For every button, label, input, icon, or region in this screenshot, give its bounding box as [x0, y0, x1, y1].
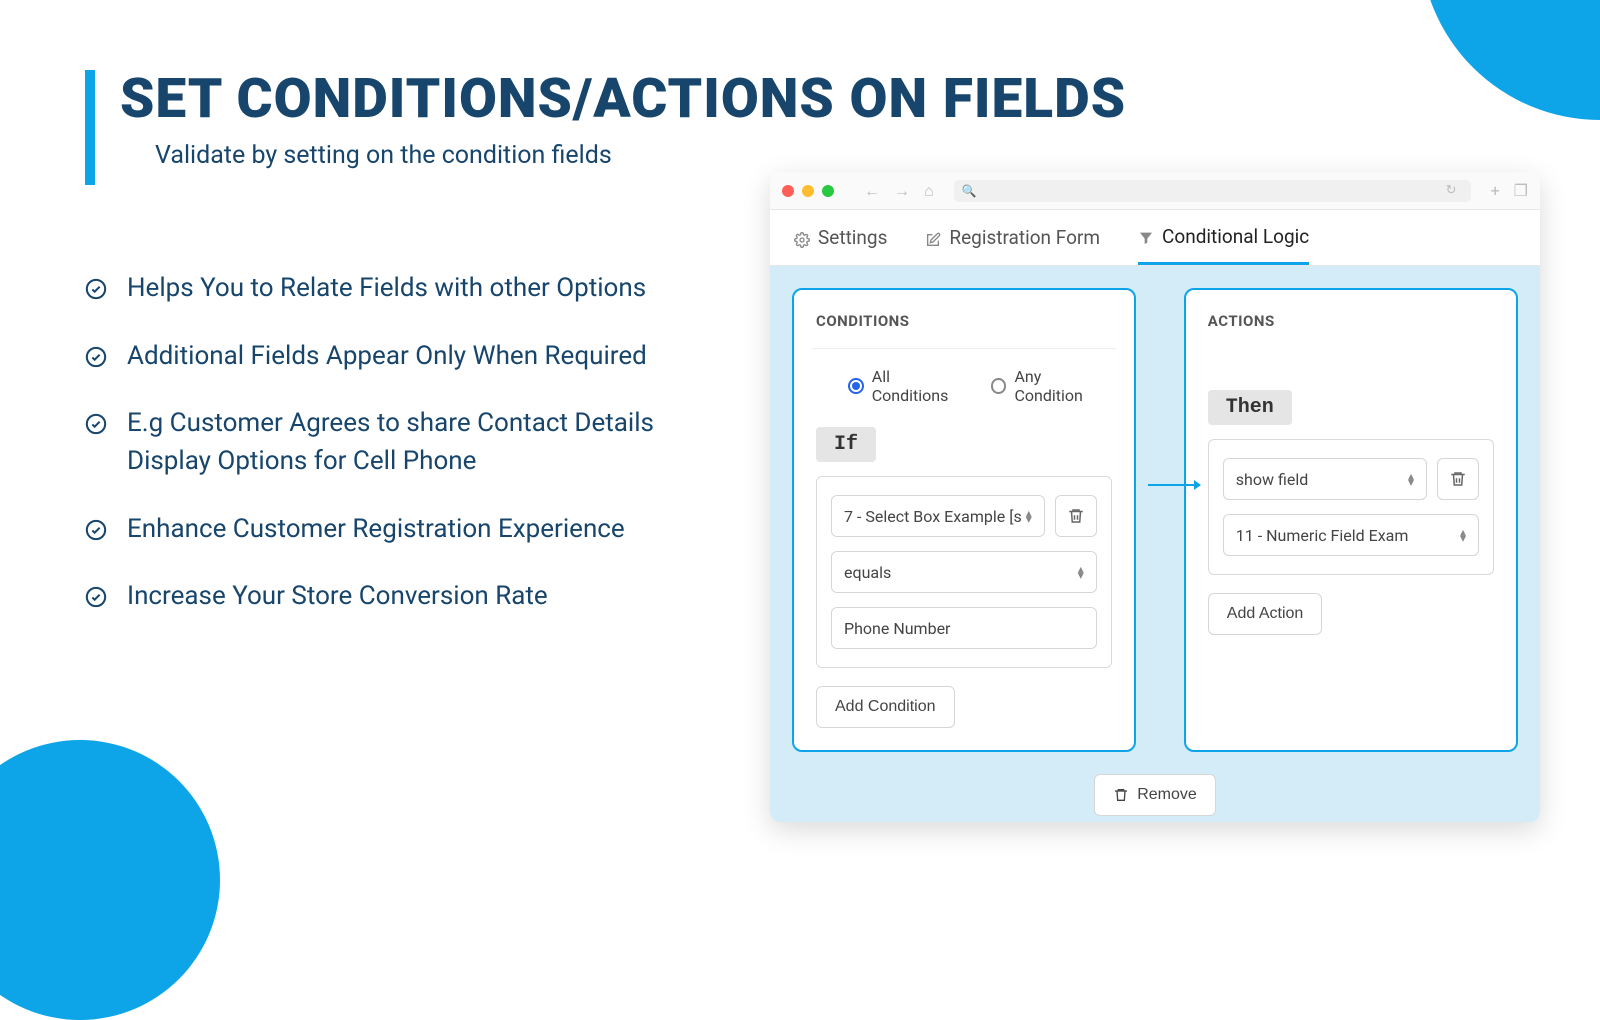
- chevron-updown-icon: ▴▾: [1078, 566, 1084, 578]
- delete-action-button[interactable]: [1437, 458, 1479, 500]
- minimize-window-icon[interactable]: [802, 185, 814, 197]
- conditions-title: CONDITIONS: [816, 312, 1112, 330]
- tab-settings[interactable]: Settings: [794, 210, 887, 265]
- edit-icon: [925, 230, 941, 246]
- check-circle-icon: [85, 413, 107, 435]
- radio-icon: [848, 378, 864, 394]
- forward-icon[interactable]: →: [894, 181, 910, 201]
- browser-window: ← → ⌂ 🔍 ↻ + ❐ Settings Registration Form: [770, 172, 1540, 822]
- if-keyword: If: [816, 427, 876, 462]
- decor-blob-top-right: [1420, 0, 1600, 120]
- check-circle-icon: [85, 519, 107, 541]
- list-item: E.g Customer Agrees to share Contact Det…: [85, 405, 725, 480]
- list-item: Helps You to Relate Fields with other Op…: [85, 270, 725, 308]
- button-label: Add Action: [1227, 605, 1304, 623]
- tab-label: Settings: [818, 226, 887, 249]
- condition-mode-radios: All Conditions Any Condition: [848, 367, 1112, 405]
- window-traffic-lights: [782, 185, 834, 197]
- refresh-icon[interactable]: ↻: [1446, 183, 1457, 198]
- check-circle-icon: [85, 586, 107, 608]
- browser-toolbar: ← → ⌂ 🔍 ↻ + ❐: [770, 172, 1540, 210]
- radio-any-condition[interactable]: Any Condition: [991, 367, 1112, 405]
- address-bar[interactable]: 🔍 ↻: [954, 180, 1471, 202]
- delete-condition-button[interactable]: [1055, 495, 1097, 537]
- remove-rule-button[interactable]: Remove: [1094, 774, 1216, 816]
- chevron-updown-icon: ▴▾: [1460, 529, 1466, 541]
- select-value: show field: [1236, 470, 1308, 489]
- tab-label: Conditional Logic: [1162, 225, 1309, 248]
- page-title: SET CONDITIONS/ACTIONS ON FIELDS: [120, 70, 1126, 127]
- list-item: Additional Fields Appear Only When Requi…: [85, 338, 725, 376]
- button-label: Add Condition: [835, 698, 936, 716]
- condition-value-input[interactable]: Phone Number: [831, 607, 1097, 649]
- tab-label: Registration Form: [949, 226, 1100, 249]
- home-icon[interactable]: ⌂: [924, 181, 934, 201]
- bullet-text: Enhance Customer Registration Experience: [127, 511, 625, 549]
- decor-blob-bottom-left: [0, 740, 220, 1020]
- heading-accent-bar: [85, 70, 95, 185]
- filter-icon: [1138, 228, 1154, 244]
- back-icon[interactable]: ←: [864, 181, 880, 201]
- page-heading-block: SET CONDITIONS/ACTIONS ON FIELDS Validat…: [85, 70, 1126, 185]
- list-item: Increase Your Store Conversion Rate: [85, 578, 725, 616]
- tab-conditional-logic[interactable]: Conditional Logic: [1138, 210, 1309, 265]
- action-rule-box: show field ▴▾ 11 - Numeric Field Exam ▴▾: [1208, 439, 1494, 575]
- action-type-select[interactable]: show field ▴▾: [1223, 458, 1427, 500]
- actions-panel: ACTIONS Then show field ▴▾: [1184, 288, 1518, 752]
- action-target-select[interactable]: 11 - Numeric Field Exam ▴▾: [1223, 514, 1479, 556]
- chevron-updown-icon: ▴▾: [1408, 473, 1414, 485]
- select-value: 7 - Select Box Example [s: [844, 507, 1022, 526]
- condition-rule-box: 7 - Select Box Example [s ▴▾ equals ▴▾: [816, 476, 1112, 668]
- feature-bullet-list: Helps You to Relate Fields with other Op…: [85, 270, 725, 646]
- rules-workspace: CONDITIONS All Conditions Any Condition …: [770, 266, 1540, 822]
- search-icon: 🔍: [962, 184, 977, 198]
- app-tab-bar: Settings Registration Form Conditional L…: [770, 210, 1540, 266]
- add-action-button[interactable]: Add Action: [1208, 593, 1323, 635]
- then-keyword: Then: [1208, 390, 1292, 425]
- close-window-icon[interactable]: [782, 185, 794, 197]
- tabs-icon[interactable]: ❐: [1514, 181, 1528, 200]
- page-subtitle: Validate by setting on the condition fie…: [155, 141, 1126, 170]
- bullet-text: E.g Customer Agrees to share Contact Det…: [127, 405, 725, 480]
- chevron-updown-icon: ▴▾: [1026, 510, 1032, 522]
- bullet-text: Increase Your Store Conversion Rate: [127, 578, 548, 616]
- bullet-text: Helps You to Relate Fields with other Op…: [127, 270, 646, 308]
- bullet-text: Additional Fields Appear Only When Requi…: [127, 338, 647, 376]
- select-value: 11 - Numeric Field Exam: [1236, 526, 1409, 545]
- radio-label: Any Condition: [1014, 367, 1111, 405]
- button-label: Remove: [1137, 786, 1197, 804]
- conditions-panel: CONDITIONS All Conditions Any Condition …: [792, 288, 1136, 752]
- condition-operator-select[interactable]: equals ▴▾: [831, 551, 1097, 593]
- maximize-window-icon[interactable]: [822, 185, 834, 197]
- radio-label: All Conditions: [872, 367, 969, 405]
- radio-icon: [991, 378, 1007, 394]
- divider: [812, 348, 1116, 349]
- actions-title: ACTIONS: [1208, 312, 1494, 330]
- radio-all-conditions[interactable]: All Conditions: [848, 367, 969, 405]
- check-circle-icon: [85, 346, 107, 368]
- check-circle-icon: [85, 278, 107, 300]
- gear-icon: [794, 230, 810, 246]
- select-value: equals: [844, 563, 891, 582]
- input-value: Phone Number: [844, 619, 950, 638]
- list-item: Enhance Customer Registration Experience: [85, 511, 725, 549]
- condition-field-select[interactable]: 7 - Select Box Example [s ▴▾: [831, 495, 1045, 537]
- add-condition-button[interactable]: Add Condition: [816, 686, 955, 728]
- tab-registration-form[interactable]: Registration Form: [925, 210, 1100, 265]
- new-tab-icon[interactable]: +: [1491, 181, 1500, 200]
